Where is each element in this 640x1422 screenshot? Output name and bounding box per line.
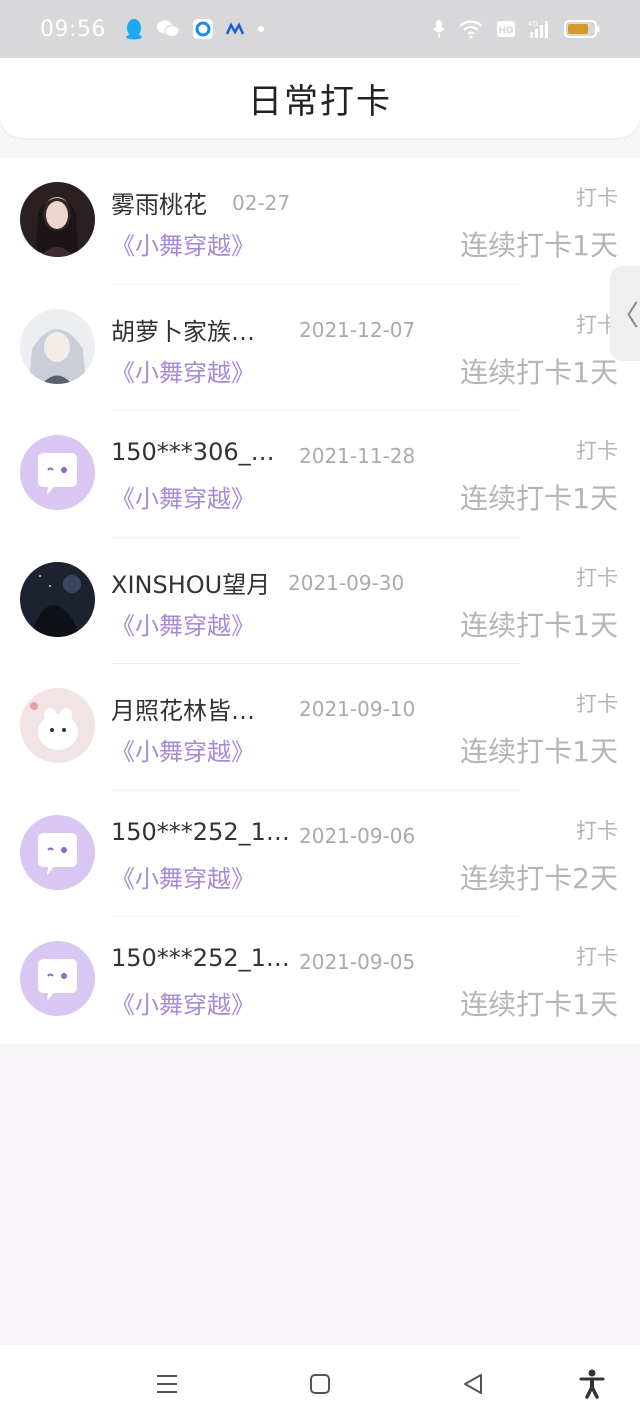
- course-title[interactable]: 《小舞穿越》: [111, 985, 255, 1020]
- streak-count: 连续打卡1天: [460, 988, 618, 1021]
- page-title: 日常打卡: [248, 81, 392, 122]
- svg-text:HD: HD: [498, 26, 513, 36]
- list-item[interactable]: 雾雨桃花 02-27 《小舞穿越》 打卡 连续打卡1天: [0, 158, 640, 285]
- checkin-label: 打卡: [576, 565, 618, 590]
- list-item[interactable]: 胡萝卜家族… 2021-12-07 《小舞穿越》 打卡 连续打卡1天: [0, 285, 640, 411]
- menu-icon[interactable]: [152, 1369, 182, 1399]
- battery-icon: [564, 19, 600, 39]
- course-title[interactable]: 《小舞穿越》: [111, 732, 255, 767]
- streak-count: 连续打卡1天: [460, 355, 618, 389]
- streak-count: 连续打卡1天: [460, 735, 618, 768]
- list-item[interactable]: 月照花林皆… 2021-09-10 《小舞穿越》 打卡 连续打卡1天: [0, 664, 640, 791]
- checkin-date: 2021-09-30: [288, 570, 405, 595]
- list-item[interactable]: 150***252_1… 2021-09-06 《小舞穿越》 打卡 连续打卡2天: [0, 791, 640, 917]
- system-nav-bar: [0, 1345, 640, 1422]
- checkin-date: 2021-12-07: [299, 317, 416, 342]
- checkin-date: 2021-09-05: [299, 950, 416, 974]
- checkin-label: 打卡: [576, 818, 618, 843]
- list-item[interactable]: XINSHOU望月 2021-09-30 《小舞穿越》 打卡 连续打卡1天: [0, 538, 640, 664]
- avatar[interactable]: [20, 814, 95, 890]
- course-title[interactable]: 《小舞穿越》: [111, 353, 255, 388]
- course-title[interactable]: 《小舞穿越》: [111, 226, 255, 261]
- checkin-date: 2021-11-28: [299, 444, 416, 468]
- streak-count: 连续打卡1天: [460, 608, 618, 642]
- browser-icon: [192, 18, 214, 40]
- mic-icon: [432, 19, 446, 39]
- status-time: 09:56: [40, 16, 106, 42]
- streak-count: 连续打卡1天: [460, 229, 618, 262]
- chevron-left-icon: 〈: [610, 298, 639, 332]
- svg-text:4G: 4G: [528, 20, 538, 28]
- hd-icon: HD: [496, 19, 516, 39]
- back-icon[interactable]: [458, 1369, 488, 1399]
- app-icon: [225, 22, 244, 36]
- user-name: 月照花林皆…: [111, 697, 255, 725]
- wechat-icon: [156, 19, 180, 39]
- checkin-label: 打卡: [576, 439, 618, 463]
- checkin-date: 2021-09-10: [299, 697, 416, 721]
- accessibility-icon[interactable]: [577, 1369, 607, 1399]
- course-title[interactable]: 《小舞穿越》: [111, 859, 255, 894]
- page-header: 日常打卡: [0, 58, 640, 138]
- avatar[interactable]: [20, 435, 95, 510]
- user-name: 雾雨桃花: [111, 191, 207, 219]
- user-name: 150***306_…: [111, 438, 275, 466]
- avatar[interactable]: [20, 182, 95, 257]
- side-drawer-handle[interactable]: 〈: [610, 266, 640, 361]
- status-bar: 09:56 HD 4G: [0, 0, 640, 58]
- checkin-date: 02-27: [232, 191, 291, 215]
- checkin-list: 雾雨桃花 02-27 《小舞穿越》 打卡 连续打卡1天 胡萝卜家族… 2021-…: [0, 158, 640, 1044]
- list-item[interactable]: 150***306_… 2021-11-28 《小舞穿越》 打卡 连续打卡1天: [0, 411, 640, 538]
- dot-icon: [256, 24, 266, 34]
- checkin-label: 打卡: [576, 945, 618, 969]
- qq-icon: [124, 18, 144, 40]
- avatar[interactable]: [20, 688, 95, 763]
- avatar[interactable]: [20, 941, 95, 1016]
- user-name: 150***252_1…: [111, 944, 290, 972]
- signal-4g-icon: 4G: [528, 18, 552, 40]
- home-icon[interactable]: [305, 1369, 335, 1399]
- status-left-icons: [124, 18, 266, 40]
- course-title[interactable]: 《小舞穿越》: [111, 479, 255, 514]
- list-item[interactable]: 150***252_1… 2021-09-05 《小舞穿越》 打卡 连续打卡1天: [0, 917, 640, 1044]
- avatar[interactable]: [20, 308, 95, 384]
- user-name: 150***252_1…: [111, 817, 290, 846]
- user-name: 胡萝卜家族…: [111, 317, 255, 346]
- checkin-label: 打卡: [576, 186, 618, 210]
- checkin-date: 2021-09-06: [299, 823, 416, 848]
- checkin-label: 打卡: [576, 692, 618, 716]
- avatar[interactable]: [20, 561, 95, 637]
- streak-count: 连续打卡2天: [460, 861, 618, 895]
- wifi-icon: [458, 19, 484, 39]
- streak-count: 连续打卡1天: [460, 482, 618, 515]
- course-title[interactable]: 《小舞穿越》: [111, 606, 255, 641]
- user-name: XINSHOU望月: [111, 570, 271, 599]
- status-right-icons: HD 4G: [432, 0, 600, 58]
